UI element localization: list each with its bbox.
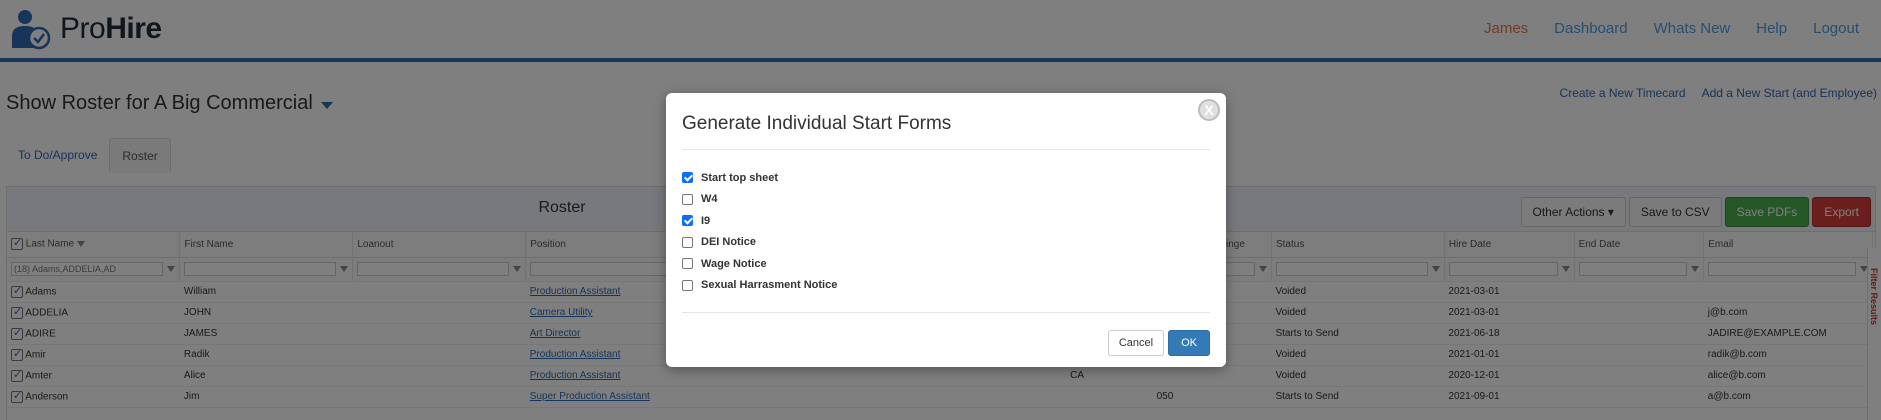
form-option-checkbox[interactable] (682, 258, 693, 270)
form-option-checkbox[interactable] (682, 236, 693, 248)
form-option-checkbox[interactable] (682, 215, 693, 227)
form-option-label: I9 (701, 214, 711, 227)
form-option-label: DEI Notice (701, 236, 757, 249)
form-option-label: W4 (701, 193, 718, 206)
start-forms-dialog: Generate Individual Start Forms X Start … (666, 93, 1226, 367)
form-option[interactable]: Start top sheet (682, 167, 837, 189)
dialog-title: Generate Individual Start Forms (682, 113, 952, 134)
form-option[interactable]: Wage Notice (682, 253, 837, 275)
form-option-label: Start top sheet (701, 171, 779, 184)
form-option[interactable]: W4 (682, 189, 837, 211)
form-option-checkbox[interactable] (682, 279, 693, 291)
form-option-label: Sexual Harrasment Notice (701, 279, 838, 292)
form-options: Start top sheet W4 I9 DEI Notice Wage Notice… (682, 167, 837, 296)
dialog-footer: Cancel OK (1107, 330, 1210, 356)
form-option-checkbox[interactable] (682, 172, 693, 184)
form-option-label: Wage Notice (701, 257, 767, 270)
form-option[interactable]: DEI Notice (682, 232, 837, 254)
divider (682, 312, 1210, 313)
form-option[interactable]: I9 (682, 210, 837, 232)
cancel-button[interactable]: Cancel (1107, 330, 1165, 356)
form-option[interactable]: Sexual Harrasment Notice (682, 275, 837, 297)
divider (682, 149, 1210, 150)
close-icon[interactable]: X (1198, 99, 1220, 121)
form-option-checkbox[interactable] (682, 193, 693, 205)
ok-button[interactable]: OK (1168, 330, 1210, 356)
